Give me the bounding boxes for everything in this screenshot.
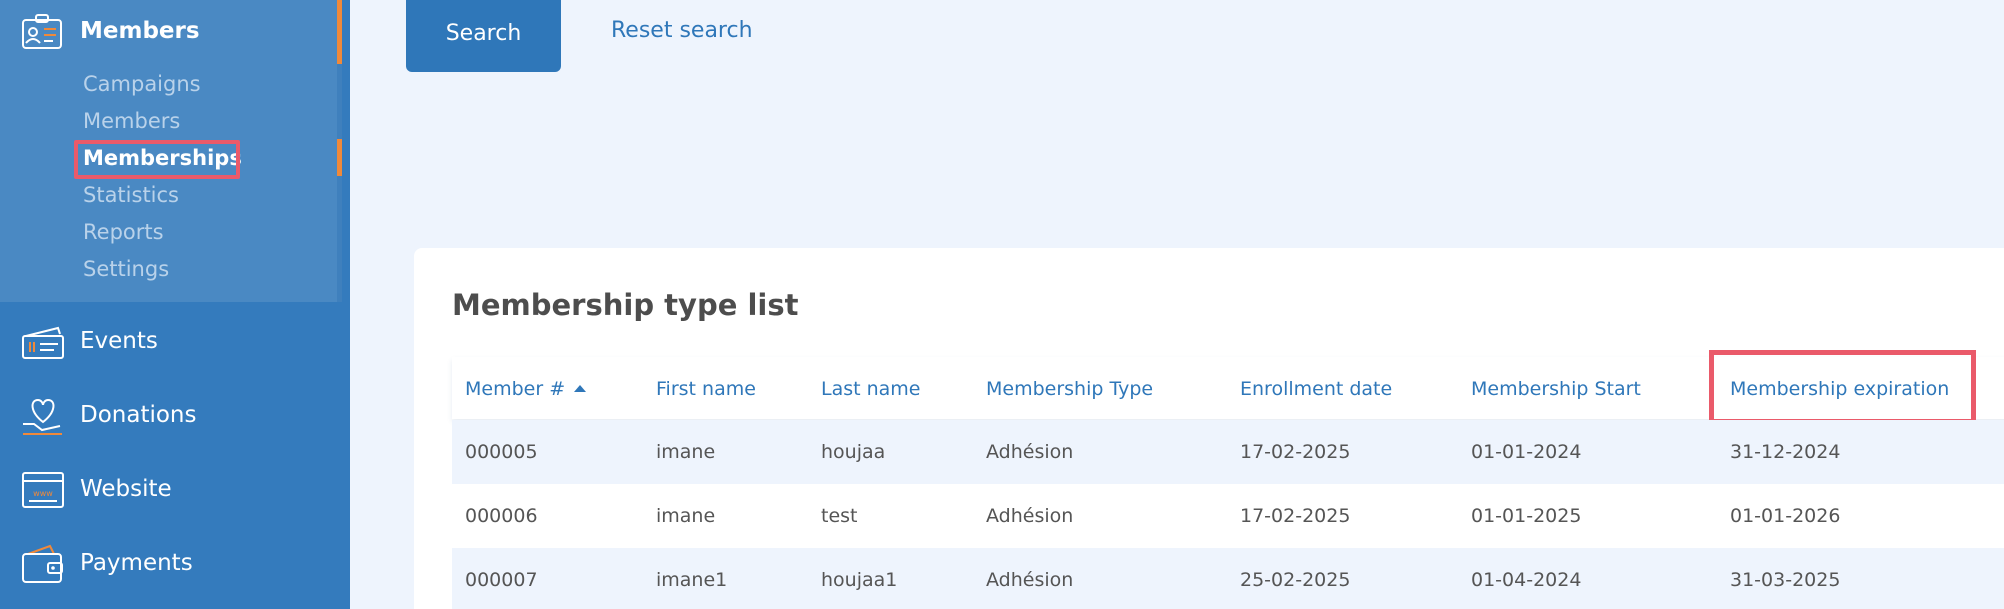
sidebar-item-label: Payments [80,550,193,576]
item-active-marker [337,139,342,176]
cell-first-name: imane [656,441,716,463]
members-section: Members Campaigns Members Memberships St… [0,0,342,302]
sort-ascending-icon [574,385,587,392]
search-button[interactable]: Search [406,0,561,72]
cell-member-number: 000005 [465,441,538,463]
reset-search-link[interactable]: Reset search [611,18,753,43]
sidebar-item-members[interactable]: Members [83,109,180,133]
column-header-enrollment-date[interactable]: Enrollment date [1240,378,1392,400]
sidebar-item-website[interactable]: www Website [0,458,337,524]
column-header-label: Member # [465,378,566,400]
sidebar-item-settings[interactable]: Settings [83,257,169,281]
cell-membership-start: 01-01-2024 [1471,441,1582,463]
expiration-highlight-box [1709,350,1976,424]
cell-enrollment-date: 17-02-2025 [1240,441,1351,463]
id-card-icon [21,14,63,50]
sidebar-item-label: Events [80,328,158,354]
cell-membership-start: 01-04-2024 [1471,569,1582,591]
cell-membership-expiration: 31-03-2025 [1730,569,1841,591]
column-header-membership-type[interactable]: Membership Type [986,378,1153,400]
wallet-icon [20,542,66,586]
browser-window-icon: www [20,468,66,512]
sidebar-group-label: Members [80,18,200,44]
cell-member-number: 000007 [465,569,538,591]
cell-enrollment-date: 17-02-2025 [1240,505,1351,527]
cell-membership-expiration: 01-01-2026 [1730,505,1841,527]
column-header-first-name[interactable]: First name [656,378,756,400]
sidebar-item-label: Website [80,476,172,502]
cell-last-name: houjaa1 [821,569,898,591]
sidebar-item-payments[interactable]: Payments [0,532,337,598]
column-header-last-name[interactable]: Last name [821,378,921,400]
column-header-membership-start[interactable]: Membership Start [1471,378,1641,400]
group-active-marker [337,0,342,64]
cell-member-number: 000006 [465,505,538,527]
sidebar-item-events[interactable]: Events [0,310,337,376]
cell-membership-type: Adhésion [986,505,1074,527]
cell-membership-type: Adhésion [986,569,1074,591]
sidebar-group-members[interactable]: Members [0,0,337,62]
sidebar-item-reports[interactable]: Reports [83,220,164,244]
page-title: Membership type list [452,288,799,322]
cell-enrollment-date: 25-02-2025 [1240,569,1351,591]
sidebar-item-statistics[interactable]: Statistics [83,183,179,207]
cell-last-name: test [821,505,858,527]
cell-last-name: houjaa [821,441,886,463]
cell-first-name: imane [656,505,716,527]
column-header-member-number[interactable]: Member # [465,378,587,400]
tickets-icon [20,320,66,364]
sidebar-item-campaigns[interactable]: Campaigns [83,72,201,96]
sidebar-item-donations[interactable]: Donations [0,384,337,450]
memberships-highlight-box [74,140,240,179]
cell-membership-start: 01-01-2025 [1471,505,1582,527]
sidebar: Members Campaigns Members Memberships St… [0,0,350,609]
sidebar-item-label: Donations [80,402,197,428]
svg-text:www: www [33,489,53,498]
heart-hand-icon [20,394,66,438]
cell-membership-type: Adhésion [986,441,1074,463]
cell-first-name: imane1 [656,569,728,591]
cell-membership-expiration: 31-12-2024 [1730,441,1841,463]
